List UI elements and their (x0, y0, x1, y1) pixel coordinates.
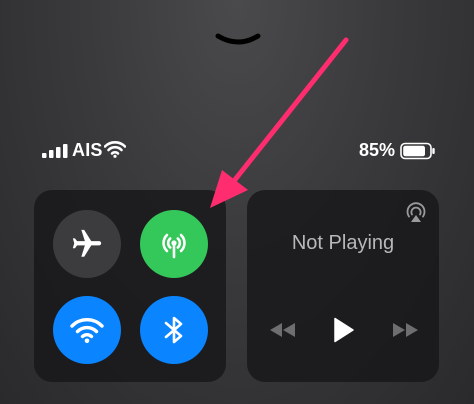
status-bar: AIS 85% (0, 138, 474, 162)
pointer-arrow-icon (210, 37, 349, 208)
airplane-mode-toggle[interactable] (53, 210, 121, 278)
cellular-antenna-icon (162, 233, 186, 259)
rewind-button[interactable] (265, 314, 299, 346)
airplane-icon (72, 229, 102, 257)
fast-forward-button[interactable] (389, 314, 423, 346)
play-button[interactable] (327, 314, 359, 346)
connectivity-panel (34, 190, 226, 382)
media-player-panel: Not Playing (247, 190, 439, 382)
wifi-icon (70, 318, 104, 344)
bluetooth-icon (164, 316, 183, 344)
cellular-signal-icon (42, 144, 68, 158)
carrier-label: AIS (72, 140, 103, 160)
rewind-icon (270, 323, 295, 337)
play-icon (334, 317, 354, 343)
battery-icon (400, 142, 435, 160)
battery-percentage: 85% (359, 140, 396, 160)
airplay-icon[interactable] (405, 202, 427, 224)
wifi-toggle[interactable] (53, 296, 121, 364)
cellular-data-toggle[interactable] (140, 210, 208, 278)
now-playing-title: Not Playing (291, 232, 395, 254)
wifi-icon (104, 141, 126, 158)
bluetooth-toggle[interactable] (140, 296, 208, 364)
chevron-down-icon[interactable] (214, 30, 262, 50)
media-controls (247, 314, 439, 346)
fast-forward-icon (393, 323, 418, 337)
